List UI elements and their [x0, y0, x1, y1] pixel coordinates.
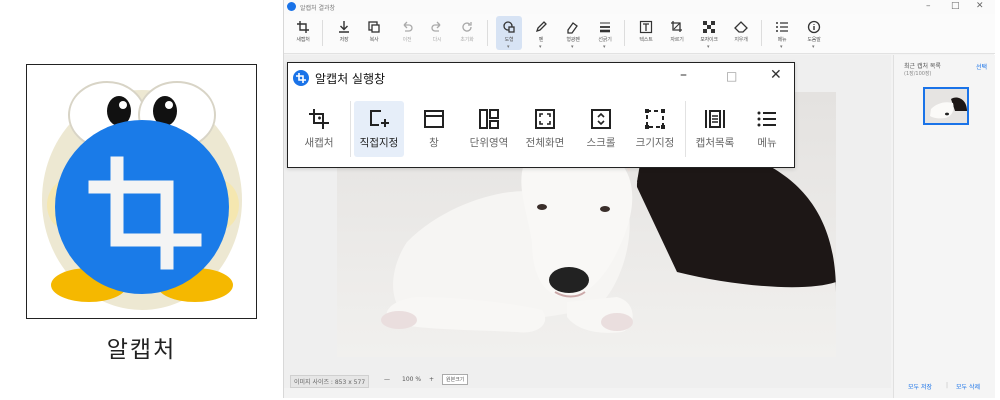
- crop-icon: [671, 21, 682, 32]
- launcher-title: 알캡처 실행창: [315, 72, 386, 86]
- image-size-label: 이미지 사이즈 : 853 x 577: [290, 375, 370, 388]
- panel-title: 최근 캡처 목록: [904, 63, 941, 70]
- help-button[interactable]: 도움말 ▾: [801, 16, 827, 50]
- capture-list-icon: [705, 110, 725, 128]
- pen-icon: [535, 21, 547, 33]
- logo-caption: 알캡처: [106, 337, 177, 363]
- minimize-icon[interactable]: –: [926, 1, 931, 11]
- highlighter-icon: [567, 22, 578, 34]
- window-icon: [424, 110, 444, 128]
- maximize-icon[interactable]: □: [951, 1, 960, 11]
- new-capture-icon: [297, 21, 309, 33]
- toolbar-divider: [624, 20, 625, 46]
- line-width-icon: [600, 22, 610, 33]
- reset-button[interactable]: 초기화: [454, 16, 480, 50]
- chevron-down-icon: ▾: [507, 44, 510, 50]
- shape-button[interactable]: 도형 ▾: [496, 16, 522, 50]
- chevron-down-icon: ▾: [539, 44, 542, 50]
- original-size-button[interactable]: 원본크기: [442, 374, 469, 385]
- chevron-down-icon: ▾: [603, 44, 606, 50]
- download-icon: [339, 21, 349, 33]
- shape-icon: [503, 21, 515, 33]
- highlighter-button[interactable]: 형광펜 ▾: [560, 16, 586, 50]
- save-all-button[interactable]: 모두 저장: [908, 382, 932, 391]
- toolbar: 새캡처 저장 복사 이전 다시 초기화 도형 ▾ 펜 ▾ 형광펜 ▾ 선굵기 ▾…: [284, 14, 995, 54]
- new-capture-button[interactable]: 새캡처: [290, 16, 316, 50]
- save-button[interactable]: 저장: [331, 16, 357, 50]
- chevron-down-icon: ▾: [571, 44, 574, 50]
- copy-icon: [368, 21, 380, 33]
- status-bar: 이미지 사이즈 : 853 x 577 — 100 % + 원본크기: [284, 372, 891, 388]
- menu-icon: [757, 111, 776, 127]
- mosaic-button[interactable]: 모자이크 ▾: [696, 16, 722, 50]
- redo-button[interactable]: 다시: [424, 16, 450, 50]
- capture-launcher-window: 알캡처 실행창 – □ ✕ 새캡처 직접지정 창 단위영역 전체화면 스크롤 크…: [287, 62, 795, 168]
- fullscreen-icon: [535, 109, 555, 129]
- logo-frame: [26, 64, 257, 319]
- copy-button[interactable]: 복사: [361, 16, 387, 50]
- chevron-down-icon: ▾: [812, 44, 815, 50]
- unit-area-icon: [479, 109, 499, 129]
- reset-icon: [462, 22, 472, 32]
- fullscreen-button[interactable]: 전체화면: [516, 101, 574, 157]
- line-width-button[interactable]: 선굵기 ▾: [592, 16, 618, 50]
- zoom-in-button[interactable]: +: [429, 376, 434, 383]
- text-icon: [639, 20, 653, 34]
- maximize-icon[interactable]: □: [726, 69, 737, 83]
- zoom-out-button[interactable]: —: [384, 376, 390, 383]
- close-icon[interactable]: ✕: [976, 1, 984, 11]
- direct-select-button[interactable]: 직접지정: [354, 101, 404, 157]
- scroll-capture-button[interactable]: 스크롤: [572, 101, 630, 157]
- thumbnail-image: [925, 89, 967, 123]
- capture-thumbnail[interactable]: [923, 87, 969, 125]
- menu-icon: [776, 22, 788, 32]
- unit-area-button[interactable]: 단위영역: [460, 101, 518, 157]
- undo-icon: [403, 21, 413, 32]
- toolbar-divider: [322, 20, 323, 46]
- chevron-down-icon: ▾: [707, 44, 710, 50]
- window-capture-button[interactable]: 창: [405, 101, 463, 157]
- eraser-icon: [734, 21, 748, 33]
- text-button[interactable]: 텍스트: [633, 16, 659, 50]
- window-title: 알캡처 결과창: [300, 5, 336, 12]
- capture-list-button[interactable]: 캡처목록: [686, 101, 744, 157]
- crop-button[interactable]: 자르기: [664, 16, 690, 50]
- menu-button[interactable]: 메뉴 ▾: [769, 16, 795, 50]
- new-capture-icon: [309, 109, 329, 129]
- divider-bar: |: [946, 382, 949, 389]
- mosaic-icon: [703, 21, 715, 33]
- close-icon[interactable]: ✕: [770, 67, 782, 83]
- select-button[interactable]: 선택: [976, 62, 987, 71]
- title-bar: 알캡처 결과창 – □ ✕: [284, 0, 995, 14]
- eraser-button[interactable]: 지우개: [728, 16, 754, 50]
- pen-button[interactable]: 펜 ▾: [528, 16, 554, 50]
- direct-select-icon: [370, 110, 389, 127]
- recent-captures-panel: 최근 캡처 목록 (1장/100장) 선택 모두 저장 | 모두 삭제: [893, 55, 995, 398]
- minimize-icon[interactable]: –: [680, 67, 687, 83]
- delete-all-button[interactable]: 모두 삭제: [956, 382, 980, 391]
- app-icon: [287, 2, 296, 11]
- help-icon: [807, 20, 821, 34]
- scroll-icon: [591, 109, 611, 129]
- toolbar-divider: [761, 20, 762, 46]
- capture-count: (1장/100장): [904, 71, 932, 77]
- app-icon: [293, 70, 309, 86]
- fixed-size-icon: [645, 109, 665, 129]
- new-capture-button[interactable]: 새캡처: [290, 101, 348, 157]
- fixed-size-button[interactable]: 크기지정: [626, 101, 684, 157]
- redo-icon: [431, 21, 441, 32]
- toolbar-divider: [487, 20, 488, 46]
- alcapture-mascot-logo: [42, 81, 242, 310]
- result-window: 알캡처 결과창 – □ ✕ 새캡처 저장 복사 이전 다시 초기화 도형 ▾ 펜…: [283, 0, 995, 398]
- chevron-down-icon: ▾: [780, 44, 783, 50]
- menu-button[interactable]: 메뉴: [742, 101, 792, 157]
- launcher-divider: [350, 101, 351, 157]
- undo-button[interactable]: 이전: [394, 16, 420, 50]
- zoom-level: 100 %: [402, 376, 422, 383]
